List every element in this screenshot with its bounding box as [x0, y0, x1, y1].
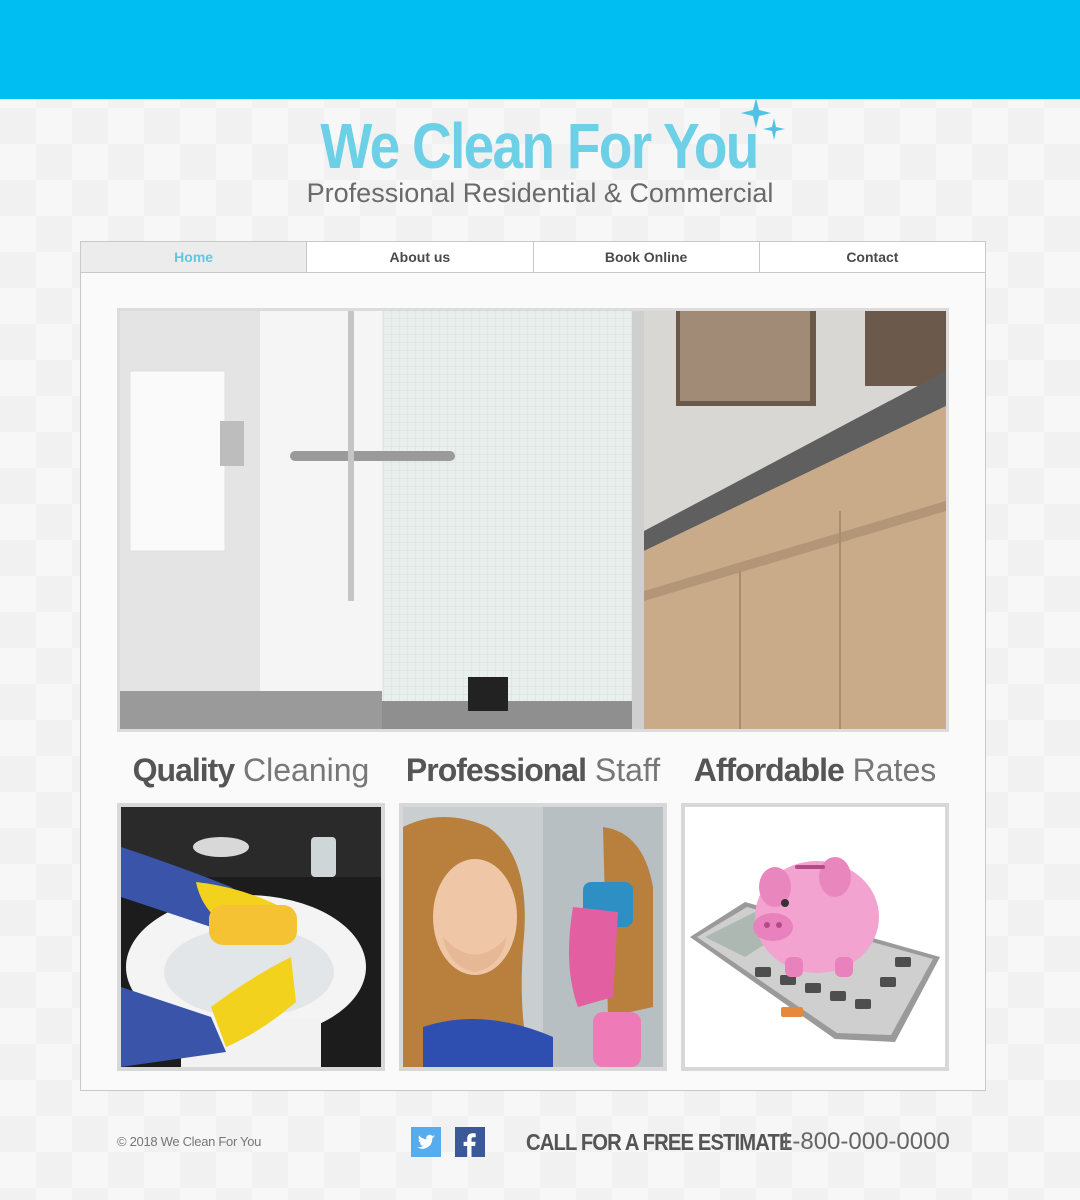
- feature-heading-strong: Professional: [405, 752, 587, 788]
- facebook-icon[interactable]: [455, 1127, 485, 1157]
- feature-image-affordable: [681, 803, 949, 1071]
- top-banner: [0, 0, 1080, 99]
- feature-heading-quality: Quality Cleaning: [117, 748, 385, 792]
- nav-home[interactable]: Home: [80, 241, 308, 273]
- bathroom-photo: [120, 311, 946, 729]
- feature-heading-strong: Quality: [132, 752, 235, 788]
- copyright-text: © 2018 We Clean For You: [117, 1134, 262, 1149]
- main-nav: Home About us Book Online Contact: [80, 241, 986, 273]
- feature-heading-light: Cleaning: [243, 752, 370, 788]
- nav-contact[interactable]: Contact: [759, 241, 986, 273]
- hero-image: [117, 308, 949, 732]
- cta-label: CALL FOR A FREE ESTIMATE: [526, 1129, 793, 1155]
- feature-image-professional: [399, 803, 667, 1071]
- site-subtitle: Professional Residential & Commercial: [306, 178, 774, 208]
- feature-heading-strong: Affordable: [693, 752, 845, 788]
- feature-heading-affordable: Affordable Rates: [681, 748, 949, 792]
- site-title[interactable]: We Clean For You: [75, 108, 1004, 184]
- phone-number[interactable]: 1-800-000-0000: [779, 1126, 950, 1158]
- feature-heading-professional: Professional Staff: [399, 748, 667, 792]
- cleaning-staff-photo: [403, 807, 663, 1067]
- piggy-bank-calculator-photo: [685, 807, 945, 1067]
- feature-image-quality: [117, 803, 385, 1071]
- nav-book-online[interactable]: Book Online: [533, 241, 760, 273]
- feature-heading-light: Staff: [594, 752, 661, 788]
- sparkle-icon: [741, 98, 785, 140]
- sink-cleaning-photo: [121, 807, 381, 1067]
- nav-about-us[interactable]: About us: [307, 241, 534, 273]
- twitter-icon[interactable]: [411, 1127, 441, 1157]
- feature-heading-light: Rates: [852, 752, 937, 788]
